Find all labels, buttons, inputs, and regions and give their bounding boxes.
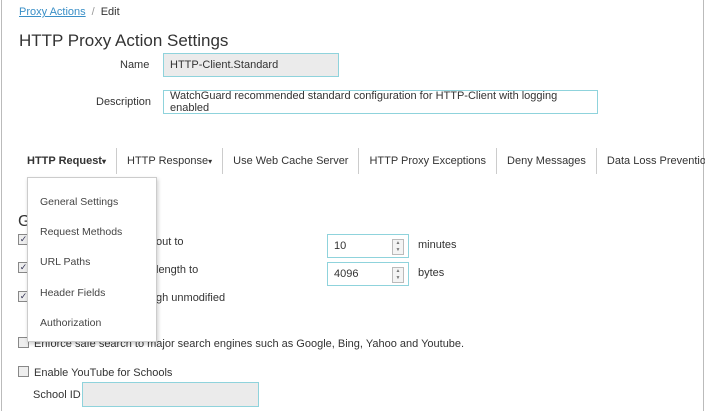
description-label: Description (96, 96, 152, 108)
tab-label: HTTP Response (127, 155, 209, 167)
school-id-input[interactable] (82, 382, 259, 407)
description-field[interactable]: WatchGuard recommended standard configur… (163, 90, 598, 114)
menu-item-header-fields[interactable]: Header Fields (40, 287, 105, 299)
menu-item-request-methods[interactable]: Request Methods (40, 226, 122, 238)
length-value: 4096 (334, 268, 359, 280)
length-label: length to (156, 264, 199, 276)
breadcrumb-current: Edit (100, 6, 120, 18)
chevron-down-icon: ▾ (208, 157, 213, 166)
tab-label: HTTP Request (27, 155, 102, 167)
tab-bar: HTTP Request▾ HTTP Response▾ Use Web Cac… (17, 148, 705, 174)
length-input[interactable]: 4096 ▲ ▼ (327, 262, 409, 286)
menu-item-general-settings[interactable]: General Settings (40, 196, 118, 208)
tab-proxy-exceptions[interactable]: HTTP Proxy Exceptions (359, 148, 498, 174)
tab-dlp[interactable]: Data Loss Prevention (597, 148, 705, 174)
chevron-down-icon: ▾ (101, 157, 106, 166)
youtube-schools-label: Enable YouTube for Schools (34, 367, 173, 379)
timeout-input[interactable]: 10 ▲ ▼ (327, 234, 409, 258)
spinner-icon[interactable]: ▲ ▼ (392, 267, 404, 283)
timeout-value: 10 (334, 240, 347, 252)
name-label: Name (120, 59, 150, 71)
spinner-icon[interactable]: ▲ ▼ (392, 239, 404, 255)
breadcrumb: Proxy Actions / Edit (19, 6, 120, 18)
breadcrumb-proxy-actions-link[interactable]: Proxy Actions (19, 6, 86, 18)
tab-http-response[interactable]: HTTP Response▾ (117, 148, 224, 174)
school-id-label: School ID (33, 389, 81, 401)
http-request-dropdown: General Settings Request Methods URL Pat… (27, 177, 157, 342)
menu-item-url-paths[interactable]: URL Paths (40, 256, 90, 268)
tab-deny-messages[interactable]: Deny Messages (497, 148, 597, 174)
breadcrumb-separator: / (91, 6, 95, 18)
length-unit: bytes (418, 267, 445, 279)
timeout-label: out to (156, 236, 184, 248)
unmodified-label: gh unmodified (156, 292, 226, 304)
tab-web-cache[interactable]: Use Web Cache Server (223, 148, 360, 174)
page-title: HTTP Proxy Action Settings (19, 31, 229, 50)
tab-http-request[interactable]: HTTP Request▾ (17, 148, 117, 174)
menu-item-authorization[interactable]: Authorization (40, 317, 101, 329)
checkbox-youtube-schools[interactable] (18, 366, 29, 377)
name-field[interactable]: HTTP-Client.Standard (163, 53, 339, 77)
timeout-unit: minutes (418, 239, 457, 251)
